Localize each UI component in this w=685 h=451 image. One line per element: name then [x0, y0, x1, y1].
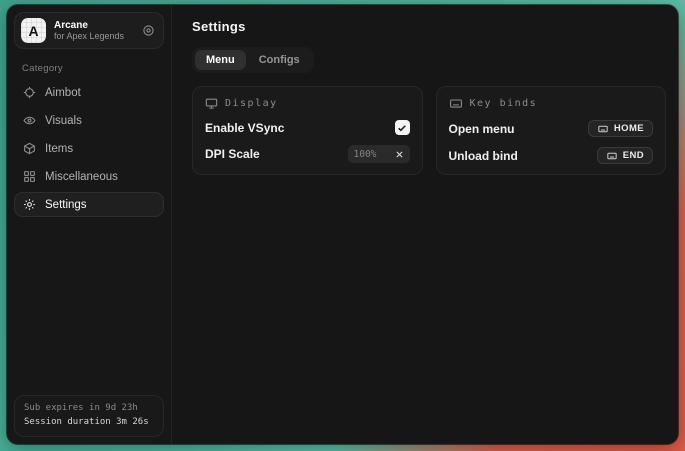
open-menu-keybind[interactable]: HOME	[588, 120, 653, 137]
display-card-header: Display	[205, 97, 410, 110]
app-logo: A	[21, 18, 46, 43]
app-meta: Arcane for Apex Legends	[54, 20, 124, 42]
vsync-label: Enable VSync	[205, 121, 284, 135]
sidebar-item-visuals[interactable]: Visuals	[14, 108, 164, 133]
page-title: Settings	[192, 19, 666, 34]
sidebar-item-settings[interactable]: Settings	[14, 192, 164, 217]
setting-row-unload-bind: Unload bind END	[449, 147, 654, 164]
gear-icon	[23, 198, 36, 211]
dpi-scale-value: 100%	[354, 149, 391, 160]
unload-keybind[interactable]: END	[597, 147, 653, 164]
sidebar-item-label: Visuals	[45, 115, 82, 127]
vsync-checkbox[interactable]	[395, 120, 410, 135]
setting-row-vsync: Enable VSync	[205, 120, 410, 135]
tab-menu[interactable]: Menu	[195, 50, 246, 70]
display-card-title: Display	[225, 98, 278, 109]
sidebar: A Arcane for Apex Legends Category	[7, 5, 172, 444]
display-card: Display Enable VSync DPI Scale 100%	[192, 86, 423, 175]
sub-expires-text: Sub expires in 9d 23h	[24, 402, 154, 416]
open-menu-label: Open menu	[449, 122, 515, 136]
crosshair-icon	[23, 86, 36, 99]
settings-tab-bar: Menu Configs	[192, 47, 314, 73]
sidebar-item-aimbot[interactable]: Aimbot	[14, 80, 164, 105]
sidebar-item-label: Aimbot	[45, 87, 81, 99]
tab-configs[interactable]: Configs	[248, 50, 311, 70]
close-icon[interactable]	[395, 150, 404, 159]
sidebar-item-label: Settings	[45, 199, 87, 211]
app-header-card: A Arcane for Apex Legends	[14, 12, 164, 49]
check-icon	[397, 123, 407, 133]
open-menu-key: HOME	[614, 123, 644, 134]
keyboard-icon	[597, 124, 609, 134]
setting-row-open-menu: Open menu HOME	[449, 120, 654, 137]
settings-cards: Display Enable VSync DPI Scale 100%	[192, 86, 666, 175]
unload-bind-label: Unload bind	[449, 149, 518, 163]
setting-row-dpi-scale: DPI Scale 100%	[205, 145, 410, 163]
keybinds-card-header: Key binds	[449, 97, 654, 110]
keybinds-card: Key binds Open menu HOME Unload bind	[436, 86, 667, 175]
sidebar-item-items[interactable]: Items	[14, 136, 164, 161]
subscription-info-card: Sub expires in 9d 23h Session duration 3…	[14, 395, 164, 437]
dpi-scale-label: DPI Scale	[205, 147, 260, 161]
app-subtitle: for Apex Legends	[54, 32, 124, 42]
sidebar-item-label: Miscellaneous	[45, 171, 118, 183]
keyboard-icon	[606, 151, 618, 161]
app-name: Arcane	[54, 20, 124, 31]
dpi-scale-input[interactable]: 100%	[348, 145, 410, 163]
box-icon	[23, 142, 36, 155]
app-window: A Arcane for Apex Legends Category	[7, 5, 678, 444]
keyboard-icon	[449, 97, 463, 110]
session-duration-text: Session duration 3m 26s	[24, 416, 154, 430]
unload-key: END	[623, 150, 644, 161]
eye-icon	[23, 114, 36, 127]
target-circle-icon[interactable]	[142, 24, 155, 37]
monitor-icon	[205, 97, 218, 110]
category-label: Category	[22, 63, 164, 74]
sidebar-item-miscellaneous[interactable]: Miscellaneous	[14, 164, 164, 189]
category-nav: Aimbot Visuals Items	[14, 80, 164, 217]
grid-icon	[23, 170, 36, 183]
keybinds-card-title: Key binds	[470, 98, 538, 109]
sidebar-item-label: Items	[45, 143, 73, 155]
main-panel: Settings Menu Configs Display E	[172, 5, 678, 444]
